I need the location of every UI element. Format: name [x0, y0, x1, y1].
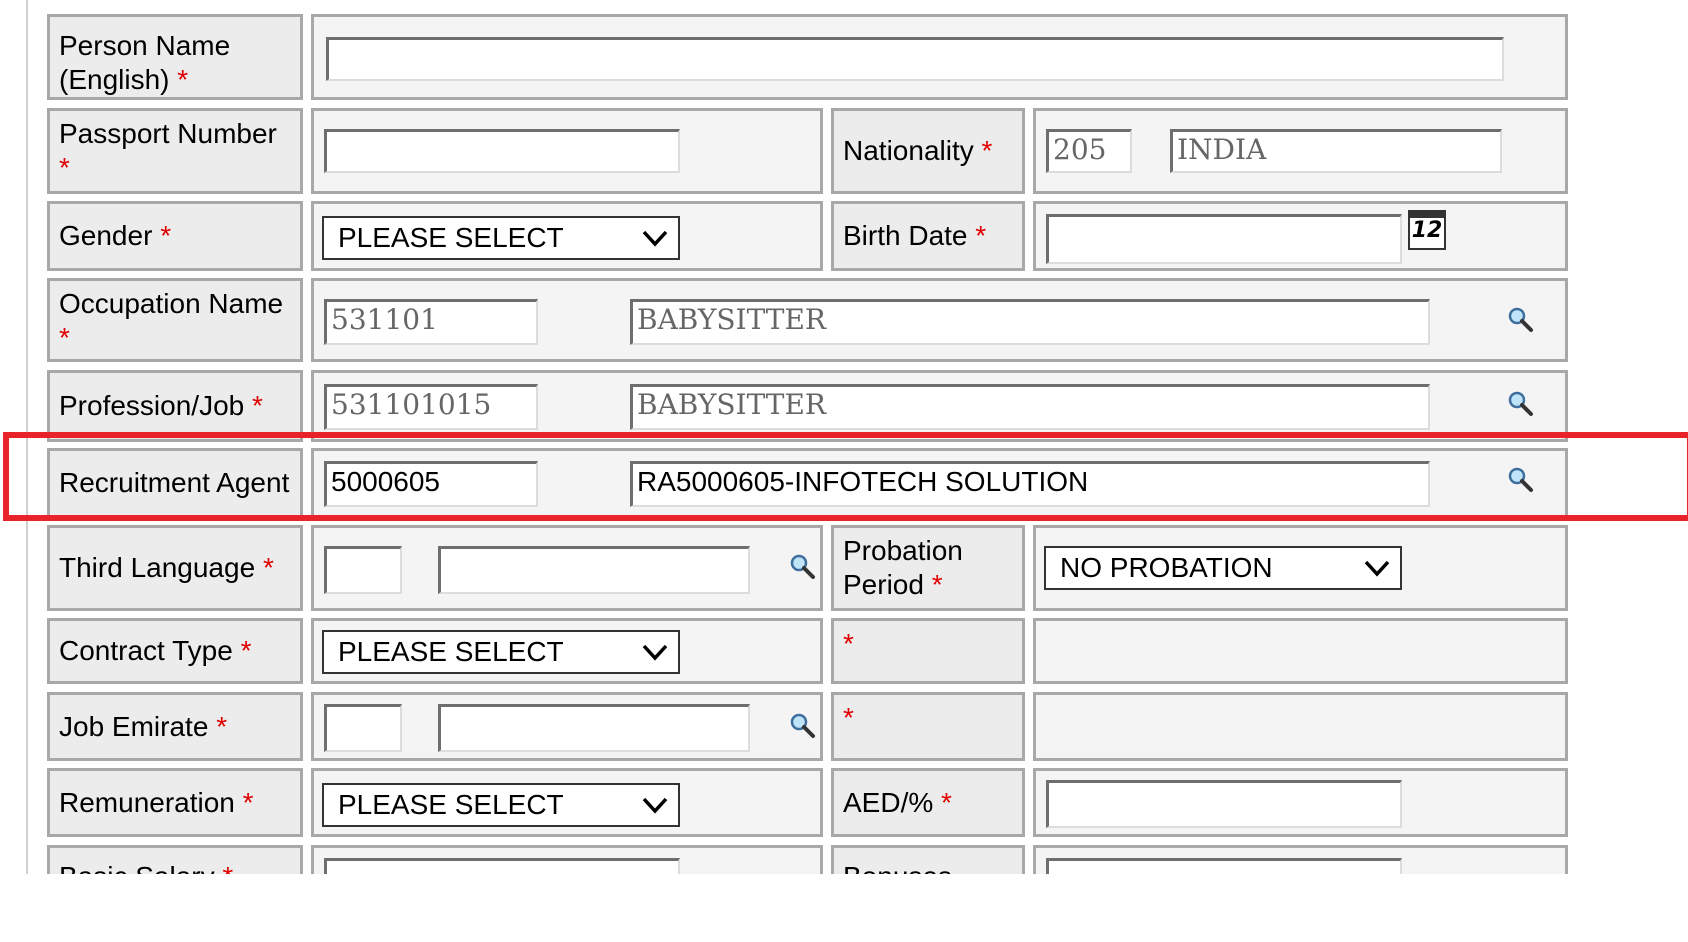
occupation-code-input[interactable]: 531101 — [324, 299, 538, 345]
profession-cell: 531101015 BABYSITTER — [311, 370, 1568, 442]
recruitment-agent-cell: 5000605 RA5000605-INFOTECH SOLUTION — [311, 448, 1568, 518]
blank-cell — [1033, 618, 1568, 684]
third-language-code-input[interactable] — [324, 546, 402, 594]
birth-date-label: Birth Date * — [831, 201, 1025, 271]
job-emirate-cell — [311, 692, 823, 761]
aed-percent-label: AED/% * — [831, 768, 1025, 837]
third-language-cell — [311, 525, 823, 611]
gender-cell: PLEASE SELECT — [311, 201, 823, 271]
aed-percent-cell — [1033, 768, 1568, 837]
magnifier-icon[interactable] — [788, 552, 816, 580]
magnifier-icon[interactable] — [1506, 465, 1534, 493]
probation-period-label: Probation Period * — [831, 525, 1025, 611]
occupation-name-label: Occupation Name * — [47, 278, 303, 362]
magnifier-icon[interactable] — [788, 711, 816, 739]
contract-type-label: Contract Type * — [47, 618, 303, 684]
remuneration-select[interactable]: PLEASE SELECT — [322, 783, 680, 827]
contract-type-cell: PLEASE SELECT — [311, 618, 823, 684]
recruitment-agent-name-input[interactable]: RA5000605-INFOTECH SOLUTION — [630, 461, 1430, 507]
blank-cell-2 — [1033, 692, 1568, 761]
nationality-name-input[interactable]: INDIA — [1170, 129, 1502, 173]
chevron-down-icon — [1364, 560, 1390, 577]
job-emirate-name-input[interactable] — [438, 704, 750, 752]
birth-date-input[interactable] — [1046, 214, 1402, 264]
contract-type-select[interactable]: PLEASE SELECT — [322, 630, 680, 674]
aed-percent-input[interactable] — [1046, 780, 1402, 828]
person-name-cell — [311, 14, 1568, 100]
nationality-label: Nationality * — [831, 108, 1025, 194]
gender-label: Gender * — [47, 201, 303, 271]
probation-period-select[interactable]: NO PROBATION — [1044, 546, 1402, 590]
passport-number-label: Passport Number * — [47, 108, 303, 194]
probation-selected-value: NO PROBATION — [1060, 552, 1273, 583]
magnifier-icon[interactable] — [1506, 389, 1534, 417]
chevron-down-icon — [642, 644, 668, 661]
recruitment-agent-code-input[interactable]: 5000605 — [324, 461, 538, 507]
profession-name-input[interactable]: BABYSITTER — [630, 384, 1430, 430]
magnifier-icon[interactable] — [1506, 305, 1534, 333]
person-name-input[interactable] — [326, 37, 1504, 81]
nationality-code-input[interactable]: 205 — [1046, 129, 1132, 173]
contract-type-selected-value: PLEASE SELECT — [338, 636, 564, 667]
gender-selected-value: PLEASE SELECT — [338, 222, 564, 253]
chevron-down-icon — [642, 230, 668, 247]
left-border-line — [26, 0, 28, 942]
person-name-label: Person Name (English) * — [47, 14, 303, 100]
third-language-label: Third Language * — [47, 525, 303, 611]
remuneration-cell: PLEASE SELECT — [311, 768, 823, 837]
job-emirate-code-input[interactable] — [324, 704, 402, 752]
profession-job-label: Profession/Job * — [47, 370, 303, 442]
profession-code-input[interactable]: 531101015 — [324, 384, 538, 430]
birth-date-cell: 12 — [1033, 201, 1568, 271]
occupation-cell: 531101 BABYSITTER — [311, 278, 1568, 362]
recruitment-agent-label: Recruitment Agent — [47, 448, 303, 518]
chevron-down-icon — [642, 797, 668, 814]
gender-select[interactable]: PLEASE SELECT — [322, 216, 680, 260]
job-emirate-label: Job Emirate * — [47, 692, 303, 761]
remuneration-selected-value: PLEASE SELECT — [338, 789, 564, 820]
calendar-icon[interactable]: 12 — [1408, 210, 1446, 250]
bottom-cutoff — [0, 874, 1688, 942]
nationality-cell: 205 INDIA — [1033, 108, 1568, 194]
third-language-name-input[interactable] — [438, 546, 750, 594]
blank-required-label: * — [831, 618, 1025, 684]
probation-period-cell: NO PROBATION — [1033, 525, 1568, 611]
blank-required-label-2: * — [831, 692, 1025, 761]
passport-number-input[interactable] — [324, 129, 680, 173]
remuneration-label: Remuneration * — [47, 768, 303, 837]
passport-number-cell — [311, 108, 823, 194]
occupation-name-input[interactable]: BABYSITTER — [630, 299, 1430, 345]
